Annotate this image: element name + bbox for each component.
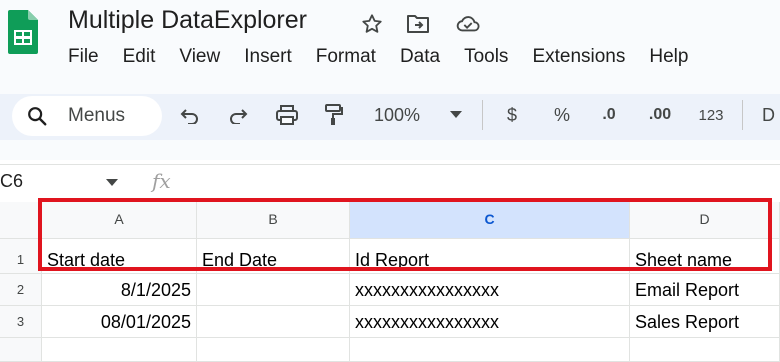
menu-search[interactable]: Menus <box>12 96 162 136</box>
dropdown-caret-icon[interactable] <box>448 102 464 128</box>
font-select-label: D <box>762 104 775 125</box>
cell-c3[interactable]: xxxxxxxxxxxxxxxx <box>350 306 630 338</box>
decrease-decimal-label: .0 <box>602 106 616 123</box>
zoom-select[interactable]: 100% <box>374 102 434 128</box>
row-header-3[interactable]: 3 <box>0 306 42 338</box>
percent-label: % <box>553 104 570 125</box>
cell-d2[interactable]: Email Report <box>630 274 780 306</box>
number-format-button[interactable]: 123 <box>694 102 728 128</box>
paint-format-icon[interactable] <box>322 102 346 128</box>
cell-a4[interactable] <box>42 338 197 362</box>
cell-b4[interactable] <box>197 338 350 362</box>
menu-tools[interactable]: Tools <box>464 44 508 70</box>
search-icon <box>28 107 47 126</box>
menu-format[interactable]: Format <box>316 44 376 70</box>
cloud-saved-icon[interactable] <box>456 12 480 36</box>
cell-d4[interactable] <box>630 338 780 362</box>
menu-help[interactable]: Help <box>649 44 688 70</box>
select-all-corner[interactable] <box>0 202 42 239</box>
toolbar-divider <box>742 100 743 130</box>
cell-c4[interactable] <box>350 338 630 362</box>
menu-data[interactable]: Data <box>400 44 440 70</box>
menu-edit[interactable]: Edit <box>123 44 156 70</box>
sheets-logo-icon[interactable] <box>8 10 38 54</box>
currency-label: $ <box>506 104 517 125</box>
row-header-4[interactable] <box>0 338 42 362</box>
number-format-label: 123 <box>698 106 724 124</box>
cell-b3[interactable] <box>197 306 350 338</box>
star-icon[interactable] <box>360 12 384 36</box>
menu-view[interactable]: View <box>179 44 220 70</box>
toolbar: Menus 100% $ % .0 .00 123 D <box>0 88 780 160</box>
fx-icon: fx <box>152 169 171 193</box>
dropdown-caret-icon[interactable] <box>106 179 118 187</box>
name-box[interactable]: C6 <box>0 171 23 192</box>
menu-search-label: Menus <box>68 105 126 126</box>
percent-format-button[interactable]: % <box>550 102 574 128</box>
document-title[interactable]: Multiple DataExplorer <box>68 6 307 35</box>
cell-a2[interactable]: 8/1/2025 <box>42 274 197 306</box>
row-header-1[interactable]: 1 <box>0 239 42 274</box>
zoom-value: 100% <box>374 104 421 125</box>
print-icon[interactable] <box>274 102 300 128</box>
undo-icon[interactable] <box>178 102 202 128</box>
menu-file[interactable]: File <box>68 44 99 70</box>
currency-format-button[interactable]: $ <box>502 102 522 128</box>
cell-a3[interactable]: 08/01/2025 <box>42 306 197 338</box>
menu-extensions[interactable]: Extensions <box>532 44 625 70</box>
highlight-annotation-box <box>38 198 772 271</box>
increase-decimal-button[interactable]: .00 <box>642 102 678 128</box>
increase-decimal-label: .00 <box>648 106 672 123</box>
decrease-decimal-button[interactable]: .0 <box>594 102 624 128</box>
menu-bar: File Edit View Insert Format Data Tools … <box>68 44 712 70</box>
font-select[interactable]: D <box>762 102 780 128</box>
formula-bar: C6 fx <box>0 164 780 201</box>
menu-insert[interactable]: Insert <box>244 44 292 70</box>
title-bar: Multiple DataExplorer File Edit View Ins… <box>0 0 780 88</box>
cell-b2[interactable] <box>197 274 350 306</box>
cell-c2[interactable]: xxxxxxxxxxxxxxxx <box>350 274 630 306</box>
redo-icon[interactable] <box>226 102 250 128</box>
move-to-folder-icon[interactable] <box>406 12 430 36</box>
row-header-2[interactable]: 2 <box>0 274 42 306</box>
toolbar-divider <box>482 100 483 130</box>
cell-d3[interactable]: Sales Report <box>630 306 780 338</box>
